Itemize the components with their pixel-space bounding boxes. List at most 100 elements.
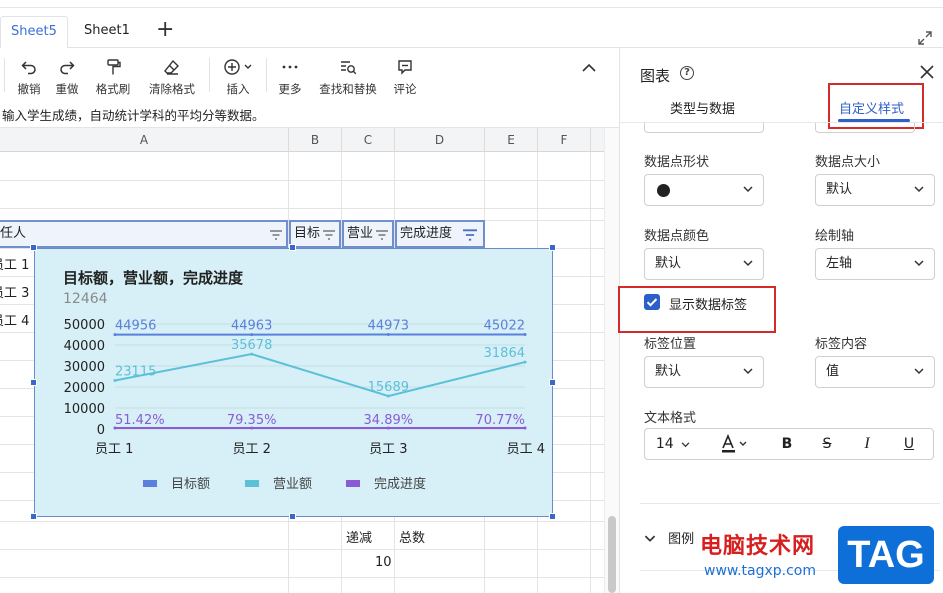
add-sheet-icon[interactable]: + <box>156 18 174 42</box>
resize-handle[interactable] <box>289 513 296 520</box>
point-shape-label: 数据点形状 <box>644 155 710 170</box>
header-cell-owner[interactable]: 责任人 <box>0 220 288 248</box>
point-size-select[interactable]: 默认 <box>815 174 935 206</box>
column-header-f[interactable]: F <box>538 128 591 152</box>
collapse-toolbar-icon[interactable] <box>580 60 598 74</box>
header-cell-progress[interactable]: 完成进度 <box>395 220 485 248</box>
filter-icon[interactable] <box>270 230 282 240</box>
point-shape-select[interactable] <box>644 174 764 206</box>
underline-button[interactable]: U <box>897 429 921 459</box>
column-header-d[interactable]: D <box>395 128 485 152</box>
undo-button[interactable]: 撤销 <box>14 56 44 97</box>
select-partial[interactable] <box>815 123 915 133</box>
insert-button[interactable]: 插入 <box>218 56 258 97</box>
header-cell-target[interactable]: 目标 <box>289 220 341 248</box>
chart-title: 目标额，营业额，完成进度 <box>63 269 244 287</box>
legend-label: 完成进度 <box>374 476 426 492</box>
more-label: 更多 <box>278 82 302 96</box>
cell-employee-3[interactable]: 员工 3 <box>0 282 29 301</box>
filter-icon[interactable] <box>463 229 477 241</box>
undo-icon <box>21 61 36 75</box>
top-border <box>0 0 943 8</box>
column-header-a[interactable]: A <box>0 128 289 152</box>
cell-total[interactable]: 总数 <box>399 527 425 546</box>
chevron-down-icon <box>914 186 924 193</box>
resize-handle[interactable] <box>289 244 296 251</box>
y-tick-label: 30000 <box>64 360 105 375</box>
vertical-scrollbar[interactable] <box>604 128 619 593</box>
point-size-label: 数据点大小 <box>815 155 881 170</box>
find-replace-button[interactable]: 查找和替换 <box>316 56 380 97</box>
select-partial[interactable] <box>644 123 764 133</box>
column-header-b[interactable]: B <box>289 128 342 152</box>
data-label: 70.77% <box>475 413 525 428</box>
text-format-label: 文本格式 <box>644 411 697 426</box>
italic-button[interactable]: I <box>855 429 879 459</box>
legend-swatch <box>346 480 360 487</box>
format-painter-button[interactable]: 格式刷 <box>90 56 136 97</box>
resize-handle[interactable] <box>549 379 556 386</box>
header-cell-target-text: 目标 <box>294 226 321 241</box>
data-label: 44956 <box>115 319 156 334</box>
cell-employee-4[interactable]: 员工 4 <box>0 310 29 329</box>
text-format-toolbar: 14 B S I U <box>644 428 934 460</box>
scrollbar-thumb[interactable] <box>608 516 616 593</box>
expand-icon[interactable] <box>917 30 933 46</box>
resize-handle[interactable] <box>30 244 37 251</box>
insert-label: 插入 <box>226 82 250 96</box>
close-icon[interactable] <box>919 64 935 80</box>
resize-handle[interactable] <box>549 513 556 520</box>
chevron-down-icon <box>914 368 924 375</box>
axis-value: 左轴 <box>826 256 853 271</box>
cell-decrease[interactable]: 递减 <box>346 527 372 546</box>
bold-button[interactable]: B <box>775 429 799 459</box>
x-tick-label: 员工 2 <box>232 442 270 457</box>
label-position-select[interactable]: 默认 <box>644 356 764 388</box>
chevron-down-icon <box>743 260 753 267</box>
x-tick-label: 员工 3 <box>369 442 407 457</box>
label-content-value: 值 <box>826 364 840 379</box>
header-cell-revenue[interactable]: 营业 <box>342 220 394 248</box>
highlight-box <box>618 286 776 333</box>
label-content-select[interactable]: 值 <box>815 356 935 388</box>
column-header-c[interactable]: C <box>342 128 395 152</box>
data-label: 31864 <box>484 346 525 361</box>
point-color-select[interactable]: 默认 <box>644 248 764 280</box>
header-cell-owner-text: 责任人 <box>0 226 27 241</box>
grid-line <box>590 152 591 593</box>
comment-button[interactable]: 评论 <box>390 56 420 97</box>
format-painter-icon <box>107 59 121 75</box>
redo-label: 重做 <box>55 82 79 96</box>
grid-line <box>0 208 604 209</box>
series-line-2 <box>114 353 526 398</box>
comment-icon <box>398 60 412 75</box>
resize-handle[interactable] <box>30 513 37 520</box>
grid-line <box>0 180 604 181</box>
more-button[interactable]: 更多 <box>275 56 305 97</box>
resize-handle[interactable] <box>30 379 37 386</box>
tab-sheet1[interactable]: Sheet1 <box>74 16 140 48</box>
x-tick-label: 员工 1 <box>95 442 133 457</box>
font-color-button[interactable] <box>715 429 755 459</box>
panel-divider <box>640 503 940 504</box>
resize-handle[interactable] <box>549 244 556 251</box>
filter-icon[interactable] <box>376 230 388 240</box>
tab-type-and-data[interactable]: 类型与数据 <box>670 98 735 117</box>
data-label: 44973 <box>368 319 409 334</box>
legend-section[interactable]: 图例 <box>644 528 694 547</box>
axis-select[interactable]: 左轴 <box>815 248 935 280</box>
redo-button[interactable]: 重做 <box>52 56 82 97</box>
strikethrough-button[interactable]: S <box>815 429 839 459</box>
watermark-site-name: 电脑技术网 <box>700 534 816 559</box>
cell-value-10[interactable]: 10 <box>375 555 392 570</box>
cell-employee-1[interactable]: 员工 1 <box>0 254 29 273</box>
tab-sheet5[interactable]: Sheet5 <box>0 16 68 49</box>
clear-format-button[interactable]: 清除格式 <box>144 56 200 97</box>
chart-object[interactable]: 目标额，营业额，完成进度 12464 0 10000 20000 30000 40000 50… <box>34 248 553 517</box>
panel-title: 图表 <box>640 67 671 85</box>
help-icon[interactable]: ? <box>680 66 694 80</box>
data-label: 23115 <box>115 364 156 379</box>
font-size-select[interactable]: 14 <box>651 429 695 459</box>
column-header-e[interactable]: E <box>485 128 538 152</box>
filter-icon[interactable] <box>323 230 335 240</box>
